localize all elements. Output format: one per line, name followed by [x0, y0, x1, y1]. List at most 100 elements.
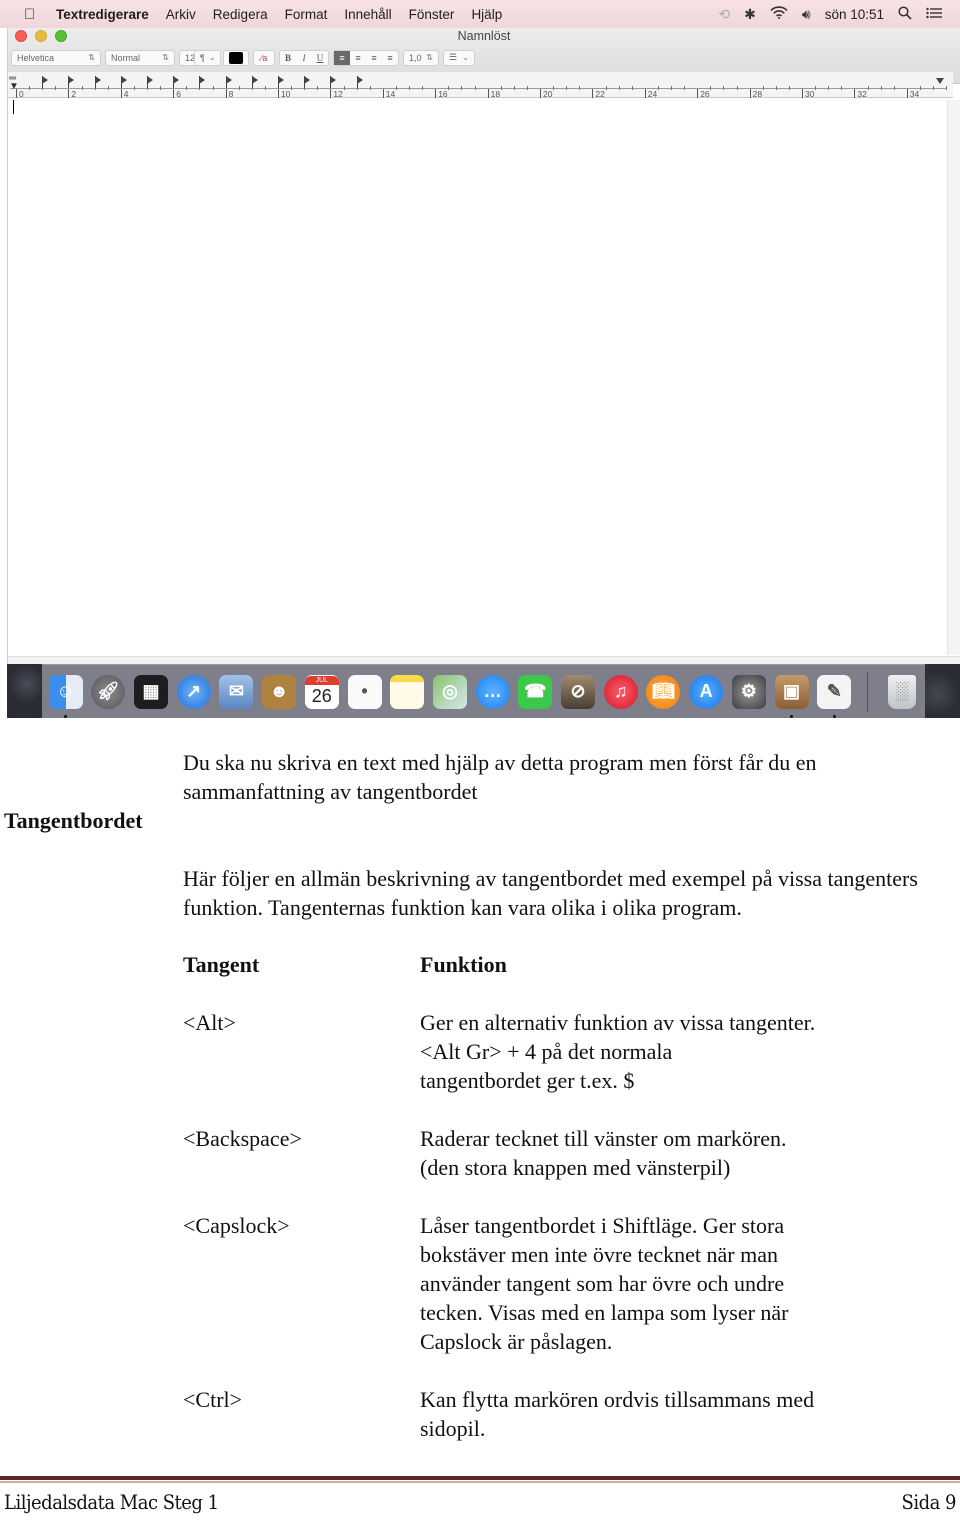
dock-item-launchpad[interactable]: 🚀︎	[89, 672, 128, 712]
dock-item-mail[interactable]: ✉	[217, 672, 256, 712]
dock: ☺ 🚀︎ ▦ ↗ ✉ ☻ JUL 26 • ◎… ☎ ⊘ ♫ 📖︎ A ⚙ ▣ ✎ ░	[42, 664, 925, 718]
ruler-label: 22	[595, 89, 605, 99]
text-color-well[interactable]	[223, 49, 249, 66]
ruler-minor-tick	[291, 86, 293, 90]
ruler-minor-tick	[160, 86, 162, 90]
ruler-minor-tick	[264, 86, 266, 90]
system-preferences-gear-icon: ⚙	[731, 674, 766, 709]
underline-button[interactable]: U	[312, 51, 328, 65]
menu-redigera[interactable]: Redigera	[213, 7, 268, 22]
line-spacing-popup[interactable]: 1,0 ⇅	[403, 49, 439, 66]
ruler-minor-tick	[317, 86, 319, 90]
menu-format[interactable]: Format	[285, 7, 328, 22]
highlight-none-icon: ∕a	[260, 52, 268, 63]
dock-item-anteckningar[interactable]	[388, 672, 427, 712]
align-right-icon[interactable]: ≡	[366, 51, 382, 65]
footer-rule	[0, 1476, 960, 1480]
bold-button[interactable]: B	[280, 51, 296, 65]
dock-item-systeminställningar[interactable]: ⚙	[729, 672, 768, 712]
dock-item-finder[interactable]: ☺	[46, 672, 85, 718]
ruler-major-tick	[802, 89, 803, 98]
dock-item-photo-booth[interactable]: ⊘	[558, 672, 597, 712]
menu-arkiv[interactable]: Arkiv	[166, 7, 196, 22]
notification-center-icon[interactable]	[926, 6, 942, 22]
dock-item-kalender[interactable]: JUL 26	[302, 672, 341, 712]
document-page: Du ska nu skriva en text med hjälp av de…	[0, 720, 960, 1520]
ruler-major-tick	[173, 89, 175, 98]
page-footer: Liljedalsdata Mac Steg 1 Sida 9	[4, 1488, 957, 1517]
ruler-major-tick	[854, 89, 856, 98]
tab-stop-stem	[42, 76, 44, 88]
ruler-label: 8	[228, 89, 234, 99]
volume-icon[interactable]: 🔊︎	[802, 6, 811, 23]
menu-hjalp[interactable]: Hjälp	[471, 7, 502, 22]
dock-item-facetime[interactable]: ☎	[516, 672, 555, 712]
ruler-major-tick	[540, 89, 541, 98]
right-indent-marker-icon[interactable]	[936, 78, 944, 84]
key-function-line: använder tangent som har övre och undre	[420, 1271, 785, 1296]
ruler-minor-tick	[775, 86, 777, 90]
key-function: Raderar tecknet till vänster om markören…	[420, 1124, 880, 1182]
ruler-minor-tick	[736, 86, 738, 90]
font-family-popup[interactable]: Helvetica ⇅	[11, 49, 101, 66]
ruler-major-tick	[592, 89, 594, 98]
indent-markers-icon[interactable]: ═ ▼	[9, 74, 19, 92]
menu-app-textredigerare[interactable]: Textredigerare	[56, 7, 149, 22]
notes-icon	[390, 674, 425, 709]
dock-item-mission-control[interactable]: ▦	[131, 672, 170, 712]
align-justify-icon[interactable]: ≡	[382, 51, 398, 65]
clock[interactable]: sön 10:51	[825, 7, 884, 22]
safari-compass-icon: ↗	[176, 674, 211, 709]
ruler-minor-tick	[893, 86, 895, 90]
photo-booth-icon: ⊘	[561, 674, 596, 709]
maps-icon: ◎	[432, 674, 467, 709]
dock-item-kontakter[interactable]: ☻	[260, 672, 299, 712]
ruler-minor-tick	[723, 86, 725, 90]
paragraph-style-popup[interactable]: ¶ ⌄	[194, 49, 221, 66]
dock-item-safari[interactable]: ↗	[174, 672, 213, 712]
dock-item-meddelanden[interactable]: …	[473, 672, 512, 712]
ruler-minor-tick	[867, 86, 869, 90]
align-left-icon[interactable]: ≡	[334, 50, 350, 65]
highlight-color-well[interactable]: ∕a	[253, 49, 275, 66]
list-popup[interactable]: ☰ ⌄	[443, 49, 475, 66]
apple-menu-icon[interactable]: 	[24, 6, 42, 23]
wifi-icon[interactable]	[770, 6, 788, 22]
contacts-book-icon: ☻	[262, 674, 297, 709]
ruler-minor-tick	[81, 86, 83, 90]
ruler-minor-tick	[422, 86, 424, 90]
ruler[interactable]: ═ ▼ 0 2 4 6 8 10 12 14 16 18 20 22 24 26 28 30 32 34	[8, 72, 953, 99]
align-center-icon[interactable]: ≡	[350, 51, 366, 65]
ruler-minor-tick	[579, 86, 581, 90]
dock-item-påminnelser[interactable]: •	[345, 672, 384, 712]
search-icon[interactable]	[898, 5, 912, 23]
list-bullets-icon: ☰	[449, 52, 458, 62]
messages-bubble-icon: …	[475, 674, 510, 709]
ruler-minor-tick	[500, 86, 502, 90]
dock-item-kartor[interactable]: ◎	[430, 672, 469, 712]
text-editor-area[interactable]	[8, 100, 948, 655]
facetime-camera-icon: ☎	[518, 674, 553, 709]
bluetooth-icon[interactable]: ✱	[744, 6, 756, 23]
italic-button[interactable]: I	[296, 51, 312, 65]
menu-bar:  Textredigerare Arkiv Redigera Format I…	[0, 0, 960, 28]
ruler-minor-tick	[212, 86, 214, 90]
dock-item-installationsprogram[interactable]: ▣	[772, 672, 811, 718]
vertical-scrollbar[interactable]	[947, 100, 960, 655]
menu-innehall[interactable]: Innehåll	[344, 7, 391, 22]
ruler-minor-tick	[526, 86, 528, 90]
time-machine-icon[interactable]: ⟲	[718, 6, 730, 23]
dock-item-itunes[interactable]: ♫	[601, 672, 640, 712]
dock-item-textredigerare[interactable]: ✎	[815, 672, 854, 718]
dock-item-ibooks[interactable]: 📖︎	[644, 672, 683, 712]
ruler-label: 26	[700, 89, 710, 99]
dock-item-trash[interactable]: ░	[882, 672, 921, 712]
ruler-label: 10	[281, 89, 291, 99]
font-style-popup[interactable]: Normal ⇅	[105, 49, 175, 66]
ruler-major-tick	[906, 89, 908, 98]
menu-fonster[interactable]: Fönster	[409, 7, 455, 22]
ruler-minor-tick	[133, 86, 135, 90]
status-area: ⟲ ✱ 🔊︎ sön 10:51	[718, 0, 942, 28]
dock-item-app-store[interactable]: A	[687, 672, 726, 712]
tab-stop-stem	[330, 76, 332, 88]
